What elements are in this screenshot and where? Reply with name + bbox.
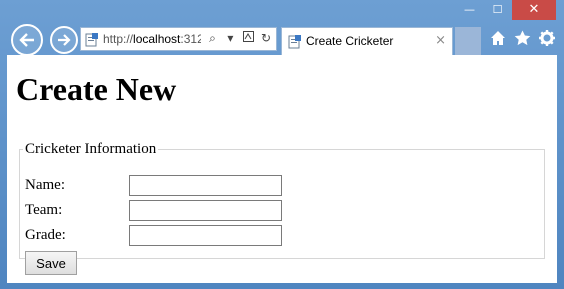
close-tab-icon[interactable]: × (435, 33, 446, 48)
name-input[interactable] (129, 175, 282, 196)
browser-frame: — ☐ ✕ http://localhost:312 ⌕ ▾ ↻ Create … (0, 0, 564, 289)
minimize-button[interactable]: — (456, 0, 483, 20)
forward-button[interactable] (50, 26, 78, 54)
address-url[interactable]: http://localhost:312 (103, 32, 201, 46)
grade-label: Grade: (25, 227, 66, 243)
compatibility-view-icon[interactable] (241, 31, 255, 45)
team-input[interactable] (129, 200, 282, 221)
save-button[interactable]: Save (25, 251, 77, 275)
tab-create-cricketer[interactable]: Create Cricketer × (281, 27, 453, 55)
close-window-button[interactable]: ✕ (512, 0, 556, 20)
search-icon[interactable]: ⌕ (206, 31, 220, 46)
page-title: Create New (16, 71, 177, 107)
favorites-star-icon[interactable] (514, 30, 531, 50)
name-label: Name: (25, 177, 65, 193)
back-button[interactable] (11, 24, 43, 56)
chevron-down-icon[interactable]: ▾ (223, 31, 237, 45)
home-icon[interactable] (490, 30, 506, 50)
forward-arrow-icon (58, 34, 71, 46)
address-bar[interactable]: http://localhost:312 ⌕ ▾ ↻ (80, 27, 277, 51)
grade-input[interactable] (129, 225, 282, 246)
cricketer-fieldset: Cricketer Information Name: Team: Grade:… (19, 141, 545, 275)
team-label: Team: (25, 202, 63, 218)
page-content: Create New Cricketer Information Name: T… (7, 55, 557, 283)
page-icon (85, 32, 99, 51)
fieldset-legend: Cricketer Information (25, 141, 157, 157)
gear-icon[interactable] (539, 30, 555, 50)
page-icon (288, 34, 302, 53)
refresh-icon[interactable]: ↻ (259, 31, 273, 45)
new-tab-button[interactable] (455, 27, 481, 55)
maximize-button[interactable]: ☐ (484, 0, 511, 20)
back-arrow-icon (19, 33, 34, 47)
tab-title: Create Cricketer (306, 34, 394, 48)
